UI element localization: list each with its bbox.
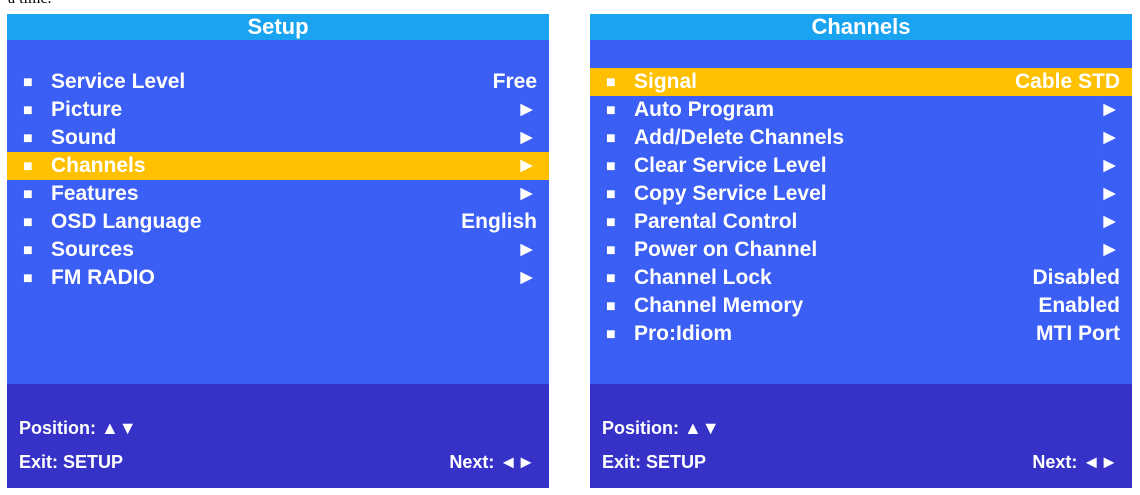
arrow-right-icon: ► [1099, 210, 1120, 233]
menu-item-label: Auto Program [634, 98, 775, 121]
bullet-icon: ■ [23, 270, 33, 287]
menu-item-add-delete-channels[interactable]: ■ Add/Delete Channels ► [590, 124, 1132, 152]
menu-item-service-level[interactable]: ■ Service Level Free [7, 68, 549, 96]
menu-item-sound[interactable]: ■ Sound ► [7, 124, 549, 152]
arrow-right-icon: ► [1099, 238, 1120, 261]
arrow-right-icon: ► [1099, 98, 1120, 121]
menu-item-fm-radio[interactable]: ■ FM RADIO ► [7, 264, 549, 292]
menu-item-label: OSD Language [51, 210, 202, 233]
arrow-right-icon: ► [516, 98, 537, 121]
menu-item-label: Sources [51, 238, 134, 261]
channels-menu-footer: Position: ▲▼ Exit: SETUP Next: ◄► [590, 384, 1132, 488]
menu-item-signal[interactable]: ■ Signal Cable STD [590, 68, 1132, 96]
menu-item-channels[interactable]: ■ Channels ► [7, 152, 549, 180]
menu-item-pro-idiom[interactable]: ■ Pro:Idiom MTI Port [590, 320, 1132, 348]
arrow-right-icon: ► [1099, 154, 1120, 177]
setup-menu-title: Setup [7, 14, 549, 40]
menu-item-power-on-channel[interactable]: ■ Power on Channel ► [590, 236, 1132, 264]
menu-item-parental-control[interactable]: ■ Parental Control ► [590, 208, 1132, 236]
bullet-icon: ■ [606, 214, 616, 231]
arrow-right-icon: ► [1099, 182, 1120, 205]
bullet-icon: ■ [606, 242, 616, 259]
menu-item-value: Disabled [1032, 266, 1120, 289]
menu-item-value: MTI Port [1036, 322, 1120, 345]
page-caption: a time. [8, 0, 52, 8]
menu-item-features[interactable]: ■ Features ► [7, 180, 549, 208]
bullet-icon: ■ [606, 158, 616, 175]
bullet-icon: ■ [606, 298, 616, 315]
position-hint: Position: ▲▼ [602, 418, 720, 438]
menu-item-label: Features [51, 182, 139, 205]
channels-menu-title: Channels [590, 14, 1132, 40]
bullet-icon: ■ [23, 158, 33, 175]
menu-item-label: Picture [51, 98, 123, 121]
menu-item-label: FM RADIO [51, 266, 155, 289]
bullet-icon: ■ [606, 74, 616, 91]
arrow-right-icon: ► [516, 266, 537, 289]
bullet-icon: ■ [606, 186, 616, 203]
arrow-right-icon: ► [516, 238, 537, 261]
bullet-icon: ■ [23, 102, 33, 119]
position-hint: Position: ▲▼ [19, 418, 137, 438]
menu-item-label: Service Level [51, 70, 186, 93]
next-hint: Next: ◄► [449, 452, 535, 472]
arrow-right-icon: ► [516, 182, 537, 205]
bullet-icon: ■ [606, 102, 616, 119]
menu-item-label: Copy Service Level [634, 182, 827, 205]
menu-item-label: Parental Control [634, 210, 798, 233]
menu-item-label: Sound [51, 126, 117, 149]
exit-hint: Exit: SETUP [602, 452, 707, 472]
menu-item-channel-lock[interactable]: ■ Channel Lock Disabled [590, 264, 1132, 292]
bullet-icon: ■ [606, 130, 616, 147]
menu-item-label: Channel Memory [634, 294, 804, 317]
menu-item-label: Power on Channel [634, 238, 818, 261]
bullet-icon: ■ [606, 326, 616, 343]
exit-hint: Exit: SETUP [19, 452, 124, 472]
menu-item-clear-service-level[interactable]: ■ Clear Service Level ► [590, 152, 1132, 180]
bullet-icon: ■ [23, 186, 33, 203]
menu-item-sources[interactable]: ■ Sources ► [7, 236, 549, 264]
bullet-icon: ■ [23, 214, 33, 231]
menu-item-auto-program[interactable]: ■ Auto Program ► [590, 96, 1132, 124]
bullet-icon: ■ [23, 74, 33, 91]
menu-item-label: Channel Lock [634, 266, 772, 289]
menu-item-label: Channels [51, 154, 146, 177]
setup-menu-footer: Position: ▲▼ Exit: SETUP Next: ◄► [7, 384, 549, 488]
menu-item-label: Add/Delete Channels [634, 126, 845, 149]
bullet-icon: ■ [23, 130, 33, 147]
menu-item-value: Cable STD [1014, 70, 1120, 93]
next-hint: Next: ◄► [1032, 452, 1118, 472]
arrow-right-icon: ► [1099, 126, 1120, 149]
menu-item-label: Pro:Idiom [634, 322, 732, 345]
bullet-icon: ■ [606, 270, 616, 287]
menu-item-value: Free [492, 70, 537, 93]
menu-item-osd-language[interactable]: ■ OSD Language English [7, 208, 549, 236]
bullet-icon: ■ [23, 242, 33, 259]
arrow-right-icon: ► [516, 154, 537, 177]
menu-item-label: Clear Service Level [634, 154, 827, 177]
channels-menu-panel: Channels ■ Signal Cable STD ■ Auto Program ►… [590, 14, 1132, 488]
menu-item-picture[interactable]: ■ Picture ► [7, 96, 549, 124]
menu-item-label: Signal [634, 70, 698, 93]
arrow-right-icon: ► [516, 126, 537, 149]
setup-menu-panel: Setup ■ Service Level Free ■ Picture ► ■ Soun… [7, 14, 549, 488]
menu-item-copy-service-level[interactable]: ■ Copy Service Level ► [590, 180, 1132, 208]
menu-item-value: English [461, 210, 537, 233]
menu-item-value: Enabled [1038, 294, 1120, 317]
menu-item-channel-memory[interactable]: ■ Channel Memory Enabled [590, 292, 1132, 320]
